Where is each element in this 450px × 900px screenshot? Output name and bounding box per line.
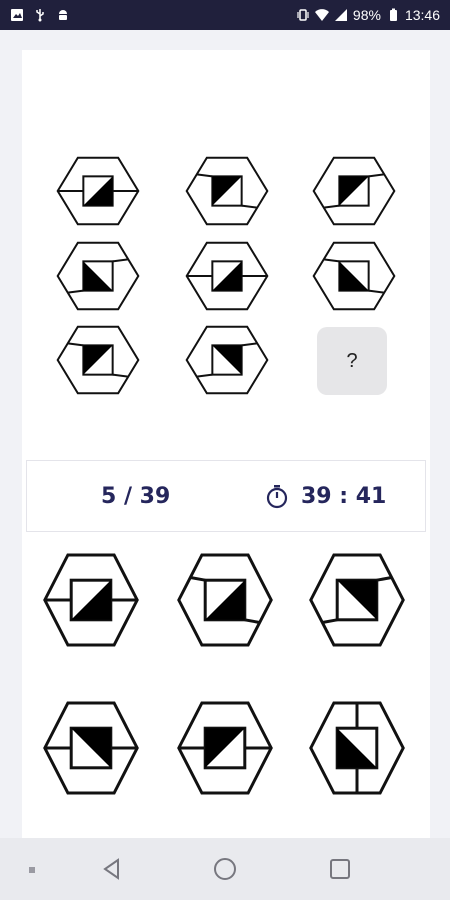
answer-option-4[interactable] bbox=[36, 698, 146, 798]
stopwatch-icon bbox=[266, 485, 288, 509]
puzzle-cell bbox=[179, 239, 275, 313]
status-bar: 98% 13:46 bbox=[0, 0, 450, 30]
puzzle-grid: ? bbox=[22, 50, 430, 450]
usb-icon bbox=[36, 9, 44, 22]
puzzle-cell bbox=[306, 154, 402, 228]
navigation-bar bbox=[0, 838, 450, 900]
puzzle-cell bbox=[50, 239, 146, 313]
vibrate-icon bbox=[297, 9, 309, 21]
battery-icon bbox=[389, 8, 397, 21]
back-icon[interactable] bbox=[96, 852, 128, 886]
answer-option-5[interactable] bbox=[170, 698, 280, 798]
wifi-icon bbox=[314, 9, 329, 21]
timer-value: 39 : 41 bbox=[301, 483, 387, 509]
question-progress: 5 / 39 bbox=[101, 483, 171, 509]
timer: 39 : 41 bbox=[265, 483, 386, 509]
recents-icon[interactable] bbox=[324, 852, 356, 886]
puzzle-cell bbox=[306, 239, 402, 313]
home-icon[interactable] bbox=[209, 852, 241, 886]
answer-option-2[interactable] bbox=[170, 550, 280, 650]
answer-options bbox=[22, 545, 430, 845]
answer-option-3[interactable] bbox=[302, 550, 412, 650]
puzzle-cell bbox=[50, 323, 146, 397]
image-icon bbox=[11, 9, 23, 21]
dot-icon[interactable] bbox=[22, 860, 42, 880]
clock-time: 13:46 bbox=[404, 7, 440, 23]
answer-option-1[interactable] bbox=[36, 550, 146, 650]
battery-percent: 98% bbox=[352, 7, 381, 23]
signal-icon bbox=[334, 9, 347, 21]
android-debug-icon bbox=[59, 10, 67, 20]
puzzle-cell bbox=[179, 154, 275, 228]
missing-cell-placeholder: ? bbox=[317, 327, 387, 395]
puzzle-cell bbox=[50, 154, 146, 228]
puzzle-card: ? 5 / 39 39 : 41 bbox=[22, 50, 430, 838]
puzzle-cell bbox=[179, 323, 275, 397]
info-bar: 5 / 39 39 : 41 bbox=[26, 460, 426, 532]
answer-option-6[interactable] bbox=[302, 698, 412, 798]
